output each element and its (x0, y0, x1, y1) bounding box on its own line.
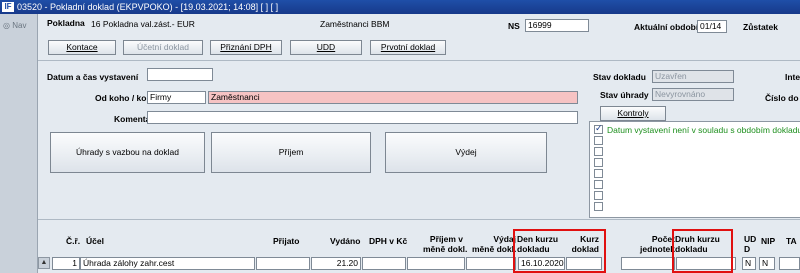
window-titlebar: IF 03520 - Pokladní doklad (EKPVPOKO) - [… (0, 0, 800, 14)
cell-pocet[interactable] (621, 257, 675, 270)
vydej-button[interactable]: Výdej (385, 132, 547, 173)
cell-dph[interactable] (362, 257, 406, 270)
cell-prijato[interactable] (256, 257, 310, 270)
komentar-field[interactable] (147, 111, 578, 124)
separator (38, 60, 800, 61)
cell-prijem-mene[interactable] (407, 257, 465, 270)
col-header-prijem-mene-1: Příjem v (429, 234, 463, 244)
highlight-kurz-columns (513, 229, 606, 273)
cell-ta[interactable] (779, 257, 800, 270)
priznani-dph-label: Přiznání DPH (220, 42, 272, 52)
udd-button[interactable]: UDD (290, 40, 362, 55)
row-scroll-up-button[interactable]: ▲ (38, 257, 50, 269)
prvotni-doklad-button[interactable]: Prvotní doklad (370, 40, 446, 55)
separator-table (38, 219, 800, 220)
stav-uhrady-field: Nevyrovnáno (652, 88, 734, 101)
kontace-button[interactable]: Kontace (48, 40, 116, 55)
kontroly-checkbox-1[interactable] (594, 123, 603, 134)
cell-nip[interactable]: N (759, 257, 775, 270)
kontace-label: Kontace (66, 42, 98, 52)
uhrady-button[interactable]: Úhrady s vazbou na doklad (50, 132, 205, 173)
kontroly-checkbox-4[interactable] (594, 158, 603, 167)
datum-label: Datum a čas vystavení (47, 72, 139, 82)
ucetni-doklad-button[interactable]: Účetní doklad (123, 40, 203, 55)
stav-dokladu-field: Uzavřen (652, 70, 734, 83)
cell-vydano[interactable]: 21.20 (311, 257, 361, 270)
od-koho-field[interactable]: Zaměstnanci (208, 91, 578, 104)
datum-field[interactable] (147, 68, 213, 81)
uhrady-label: Úhrady s vazbou na doklad (75, 147, 179, 157)
col-header-prijem-mene-2: měně dokl. (423, 244, 468, 254)
col-header-vydano: Vydáno (330, 236, 361, 246)
zustatek-label: Zůstatek (743, 22, 778, 32)
prvotni-doklad-label: Prvotní doklad (380, 42, 436, 52)
od-koho-type-field[interactable]: Firmy (147, 91, 206, 104)
kontroly-checkbox-5[interactable] (594, 169, 603, 178)
col-header-pocet: Počet jednotek (620, 234, 675, 254)
kontroly-panel: Datum vystavení není v souladu s obdobím… (589, 121, 800, 218)
highlight-druh-kurzu-column (672, 229, 733, 273)
left-toolbar: ◎ Nav (0, 14, 38, 273)
col-header-ta: TA (786, 236, 797, 246)
col-header-udd-2: D (744, 244, 751, 254)
kontroly-message-1: Datum vystavení není v souladu s obdobím… (607, 125, 800, 135)
udd-label: UDD (316, 42, 336, 52)
cell-vydaj-mene[interactable] (466, 257, 516, 270)
pokladna-label: Pokladna (47, 18, 85, 28)
ucetni-doklad-label: Účetní doklad (137, 42, 189, 52)
col-header-nip: NIP (761, 236, 776, 246)
kontroly-label: Kontroly (617, 108, 649, 118)
pokladna-value: 16 Pokladna val.zást.- EUR (91, 19, 195, 29)
ns-label: NS (508, 21, 520, 31)
period-field[interactable]: 01/14 (697, 20, 727, 33)
cell-udd[interactable]: N (742, 257, 756, 270)
nav-label: Nav (12, 21, 27, 30)
period-label: Aktuální období (634, 22, 699, 32)
ns-field[interactable]: 16999 (525, 19, 589, 32)
col-header-dph: DPH v Kč (369, 236, 408, 246)
col-header-cr: Č.ř. (66, 236, 81, 246)
vydej-label: Výdej (455, 147, 477, 157)
kontroly-checkbox-2[interactable] (594, 136, 603, 145)
prijem-label: Příjem (278, 147, 304, 157)
col-header-udd-1: UD (744, 234, 757, 244)
kontroly-checkbox-7[interactable] (594, 191, 603, 200)
right-label-cislo: Číslo do (765, 93, 799, 103)
app-logo-icon: IF (2, 2, 14, 12)
kontroly-checkbox-8[interactable] (594, 202, 603, 211)
kontroly-checkbox-6[interactable] (594, 180, 603, 189)
nav-icon: ◎ (3, 21, 10, 30)
col-header-ucel: Účel (86, 236, 104, 246)
main-form: Pokladna 16 Pokladna val.zást.- EUR Zamě… (38, 14, 800, 273)
nav-button[interactable]: ◎ Nav (3, 21, 26, 30)
col-header-vydaj-mene: Výdaj měně dokl. (472, 234, 516, 254)
prijem-button[interactable]: Příjem (211, 132, 371, 173)
kontroly-button[interactable]: Kontroly (600, 106, 666, 121)
col-header-pocet-2: jednotek (640, 244, 675, 254)
right-label-inte: Inte (785, 72, 800, 82)
cell-cr[interactable]: 1 (52, 257, 80, 270)
window-title: 03520 - Pokladní doklad (EKPVPOKO) - [19… (17, 2, 279, 12)
stav-uhrady-label: Stav úhrady (600, 90, 649, 100)
col-header-udd: UD D (744, 234, 756, 254)
col-header-pocet-1: Počet (651, 234, 675, 244)
priznani-dph-button[interactable]: Přiznání DPH (210, 40, 282, 55)
col-header-prijem-mene: Příjem v měně dokl. (423, 234, 468, 254)
stav-dokladu-label: Stav dokladu (593, 72, 646, 82)
col-header-vydaj-mene-1: Výdaj (493, 234, 516, 244)
col-header-vydaj-mene-2: měně dokl. (472, 244, 517, 254)
kontroly-checkbox-3[interactable] (594, 147, 603, 156)
department-value: Zaměstnanci BBM (320, 19, 390, 29)
col-header-prijato: Přijato (273, 236, 300, 246)
cell-ucel[interactable]: Úhrada zálohy zahr.cest (80, 257, 255, 270)
